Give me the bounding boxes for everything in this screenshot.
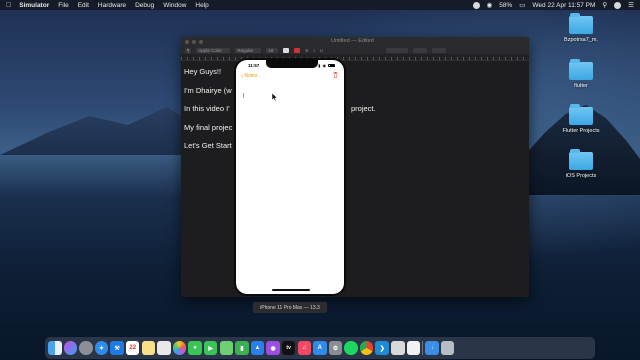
trash-bin-icon[interactable]	[440, 341, 455, 355]
calendar-icon[interactable]: 22	[125, 341, 140, 355]
menu-help[interactable]: Help	[195, 2, 208, 9]
dock-separator	[422, 341, 424, 355]
notification-center-icon[interactable]: ☰	[628, 1, 634, 9]
menubar-datetime[interactable]: Wed 22 Apr 11:57 PM	[532, 2, 595, 9]
facetime-icon[interactable]: ▶	[203, 341, 218, 355]
trash-icon[interactable]	[333, 72, 338, 78]
chevron-left-icon: ‹	[241, 72, 244, 80]
desktop-folder-label: iOS Projects	[565, 173, 597, 179]
status-bar-icons: ▮ ◉	[318, 63, 335, 68]
battery-status-icon	[328, 63, 335, 68]
keynote-icon[interactable]: ▲	[250, 341, 265, 355]
italic-button[interactable]: I	[313, 48, 314, 53]
highlight-color-swatch[interactable]	[294, 47, 301, 53]
apple-menu-icon[interactable]: 	[6, 2, 11, 9]
font-family-select[interactable]: Apple Color Emoji	[196, 47, 231, 58]
desktop-folder[interactable]: Flutter Projects	[558, 104, 604, 134]
back-button[interactable]: ‹ Notes	[241, 72, 258, 80]
siri-icon[interactable]	[63, 341, 78, 355]
simulator-icon[interactable]	[391, 341, 405, 355]
zoom-window-button[interactable]	[199, 39, 203, 44]
font-style-select[interactable]: Regular	[235, 47, 262, 53]
ruler[interactable]	[181, 54, 529, 61]
maps-icon[interactable]	[219, 341, 234, 355]
signal-icon: ▮	[318, 63, 321, 68]
music-icon[interactable]: ♫	[297, 341, 311, 355]
alignment-control[interactable]	[385, 47, 408, 53]
paragraph-style-select[interactable]: ¶	[185, 47, 192, 53]
photos-icon[interactable]	[172, 341, 187, 355]
underline-button[interactable]: U	[320, 48, 323, 53]
text-color-swatch[interactable]	[283, 47, 290, 53]
desktop-folder[interactable]: iOS Projects	[558, 149, 604, 179]
menu-edit[interactable]: Edit	[78, 2, 89, 9]
chrome-icon[interactable]	[359, 341, 374, 355]
desktop-folder-label: Bzpotrsa7_m.	[564, 37, 598, 43]
textedit-icon[interactable]	[406, 341, 421, 355]
ruler-ticks	[181, 57, 529, 60]
desktop-folder[interactable]: Bzpotrsa7_m.	[558, 13, 604, 43]
preview-icon[interactable]	[157, 341, 171, 355]
messages-icon[interactable]: ●	[188, 341, 202, 355]
spotlight-icon[interactable]: ⚲	[602, 1, 607, 9]
appstore-icon[interactable]: A	[313, 341, 327, 355]
wifi-icon[interactable]: ◉	[487, 1, 493, 9]
notes-icon[interactable]	[141, 341, 156, 355]
menu-file[interactable]: File	[58, 2, 68, 9]
folder-icon	[569, 149, 593, 170]
mouse-pointer-icon	[272, 93, 278, 101]
xcode-icon[interactable]: ⚒	[110, 341, 124, 355]
siri-menubar-icon[interactable]	[614, 1, 622, 9]
wifi-status-icon: ◉	[322, 63, 327, 68]
iphone-simulator[interactable]: 11:57 ▮ ◉ ‹ Notes	[234, 58, 346, 296]
menu-hardware[interactable]: Hardware	[98, 2, 126, 9]
folder-icon	[569, 59, 593, 80]
list-style-select[interactable]	[431, 47, 446, 53]
vscode-icon[interactable]: ❯	[375, 341, 389, 355]
back-button-label: Notes	[244, 73, 258, 79]
simulator-device-label: iPhone 11 Pro Max — 13.3	[253, 302, 327, 313]
document-line-text: In this video I'	[184, 104, 230, 113]
phone-notch	[266, 60, 318, 68]
menu-window[interactable]: Window	[163, 2, 186, 9]
bold-button[interactable]: B	[305, 48, 308, 53]
text-cursor	[243, 93, 244, 98]
home-indicator[interactable]	[272, 289, 310, 291]
format-toolbar: ¶ Apple Color Emoji Regular 18 B I U	[181, 46, 529, 58]
settings-icon[interactable]: ⚙	[328, 341, 343, 355]
folder-icon	[569, 13, 593, 34]
battery-percent[interactable]: 58%	[499, 2, 512, 9]
menu-debug[interactable]: Debug	[135, 2, 154, 9]
status-bar-time: 11:57	[248, 63, 260, 68]
desktop-folder-label: flutter	[574, 83, 588, 89]
desktop-folder[interactable]: flutter	[558, 59, 604, 89]
launchpad-icon[interactable]	[79, 341, 93, 355]
numbers-icon[interactable]: ▮	[235, 341, 249, 355]
document-line-overflow: project.	[351, 104, 376, 113]
spotify-icon[interactable]	[344, 341, 358, 355]
appletv-icon[interactable]: tv	[281, 341, 296, 355]
finder-icon[interactable]	[48, 341, 62, 355]
record-status-icon[interactable]	[472, 1, 480, 9]
podcasts-icon[interactable]: ◉	[266, 341, 280, 355]
window-titlebar[interactable]: Untitled — Edited	[181, 37, 529, 46]
folder-icon	[569, 104, 593, 125]
downloads-icon[interactable]: ↓	[425, 341, 439, 355]
phone-screen[interactable]: 11:57 ▮ ◉ ‹ Notes	[236, 60, 344, 294]
window-title: Untitled — Edited	[331, 38, 374, 44]
minimize-window-button[interactable]	[192, 39, 196, 44]
battery-icon[interactable]: ▭	[519, 1, 525, 9]
menu-app-name[interactable]: Simulator	[19, 2, 49, 9]
safari-icon[interactable]: ✦	[94, 341, 109, 355]
menu-bar:  Simulator File Edit Hardware Debug Win…	[0, 0, 640, 10]
close-window-button[interactable]	[185, 39, 189, 44]
line-spacing-select[interactable]	[412, 47, 427, 53]
dock: ✦ ⚒ 22 ● ▶ ▮ ▲ ◉ tv ♫ A ⚙ ❯ ↓	[45, 337, 595, 359]
font-size-field[interactable]: 18	[266, 47, 279, 53]
desktop-folder-label: Flutter Projects	[562, 128, 600, 134]
